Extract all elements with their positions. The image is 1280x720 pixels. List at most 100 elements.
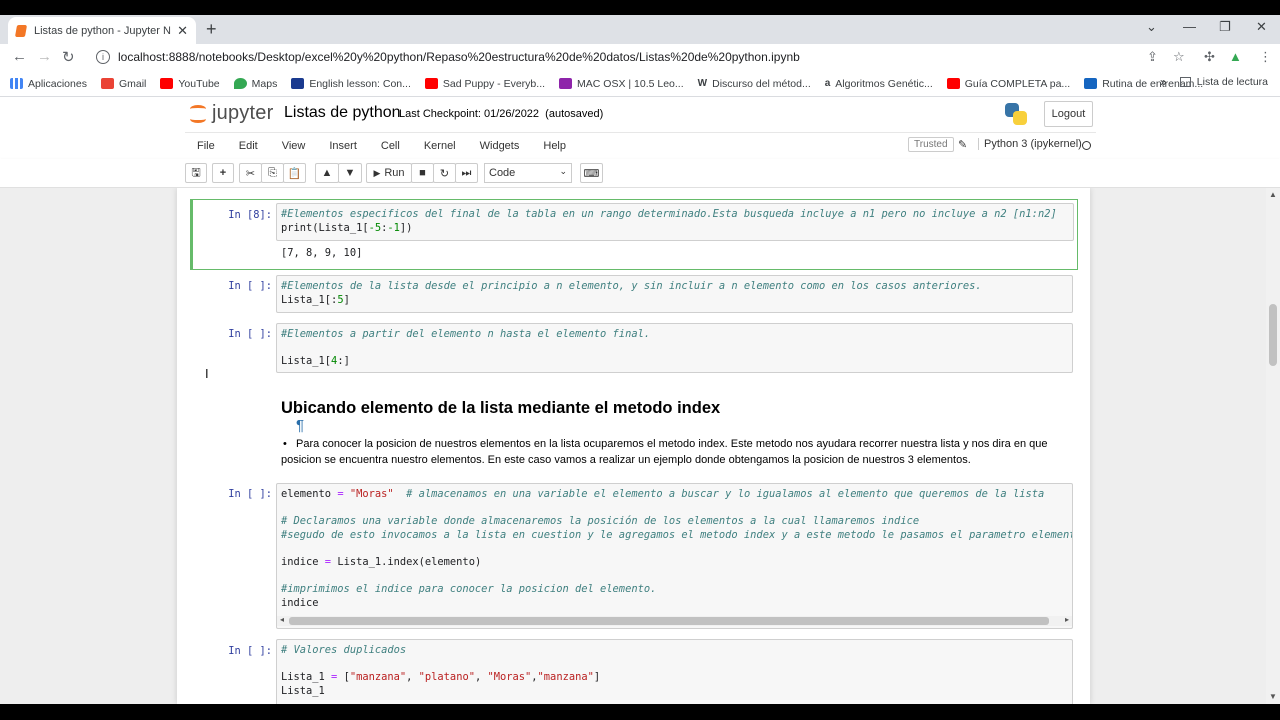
menu-view[interactable]: View bbox=[270, 140, 318, 152]
notebook-name[interactable]: Listas de python bbox=[284, 104, 401, 122]
tab-title: Listas de python - Jupyter Noteb bbox=[34, 24, 171, 37]
tab-search-icon[interactable]: ⌄ bbox=[1146, 19, 1157, 35]
code-text: [ bbox=[337, 671, 350, 684]
bookmark-sad-puppy[interactable]: Sad Puppy - Everyb... bbox=[424, 78, 545, 90]
logout-button[interactable]: Logout bbox=[1044, 101, 1093, 127]
code-text: indice bbox=[281, 596, 319, 609]
bookmark-label: Algoritmos Genétic... bbox=[835, 77, 933, 90]
share-icon[interactable]: ⇪ bbox=[1147, 49, 1158, 65]
code-cell-input[interactable]: # Valores duplicados Lista_1 = ["manzana… bbox=[276, 639, 1073, 709]
menu-insert[interactable]: Insert bbox=[317, 140, 369, 152]
youtube-icon bbox=[946, 78, 960, 89]
anchor-link-icon[interactable]: ¶ bbox=[296, 417, 304, 434]
bookmark-label: YouTube bbox=[178, 77, 220, 90]
close-window-icon[interactable]: ✕ bbox=[1256, 19, 1267, 35]
jupyter-orb-icon bbox=[188, 103, 208, 125]
code-text: ]) bbox=[399, 221, 413, 234]
bookmark-youtube[interactable]: YouTube bbox=[160, 77, 220, 90]
move-down-icon[interactable]: ▼ bbox=[338, 163, 362, 183]
cell-prompt: In [ ]: bbox=[228, 645, 272, 657]
cell-type-select[interactable]: Code ⌄ bbox=[484, 163, 572, 183]
restart-run-all-icon[interactable]: ⏭ bbox=[455, 163, 478, 183]
bookmark-discurso[interactable]: W Discurso del métod... bbox=[698, 78, 811, 90]
bookmark-english-lesson[interactable]: English lesson: Con... bbox=[291, 78, 411, 90]
save-icon[interactable]: 🖫 bbox=[185, 163, 207, 183]
menu-file[interactable]: File bbox=[185, 140, 227, 152]
markdown-paragraph: Para conocer la posicion de nuestros ele… bbox=[281, 438, 1048, 466]
new-tab-icon[interactable]: + bbox=[206, 19, 217, 40]
bookmark-label: Guía COMPLETA pa... bbox=[964, 77, 1071, 90]
bookmark-apps[interactable]: Aplicaciones bbox=[10, 78, 87, 90]
code-comment: # Declaramos una variable donde almacena… bbox=[281, 515, 920, 528]
letterbox-top bbox=[0, 0, 1280, 15]
browser-window: Listas de python - Jupyter Noteb ✕ + ⌄ —… bbox=[0, 0, 1280, 720]
reload-icon[interactable]: ↻ bbox=[62, 48, 75, 66]
bookmark-star-icon[interactable]: ☆ bbox=[1173, 49, 1185, 65]
code-number: -5 bbox=[368, 221, 382, 234]
scroll-right-icon[interactable]: ▸ bbox=[1065, 615, 1069, 624]
bookmark-gmail[interactable]: Gmail bbox=[100, 78, 146, 90]
menu-cell[interactable]: Cell bbox=[369, 140, 412, 152]
tab-strip: Listas de python - Jupyter Noteb ✕ + ⌄ —… bbox=[0, 15, 1280, 44]
copy-icon[interactable]: ⎘ bbox=[261, 163, 284, 183]
cut-icon[interactable]: ✂ bbox=[239, 163, 262, 183]
menu-edit[interactable]: Edit bbox=[227, 140, 270, 152]
python-logo-icon bbox=[1005, 103, 1027, 125]
menu-kernel[interactable]: Kernel bbox=[412, 140, 468, 152]
maps-pin-icon bbox=[233, 78, 247, 89]
jupyter-logo[interactable]: jupyter bbox=[188, 102, 273, 125]
wikipedia-icon: W bbox=[697, 78, 708, 89]
scrollbar-thumb[interactable] bbox=[1269, 304, 1277, 366]
move-up-icon[interactable]: ▲ bbox=[315, 163, 339, 183]
info-icon[interactable]: i bbox=[96, 50, 110, 64]
bookmark-guia[interactable]: Guía COMPLETA pa... bbox=[946, 77, 1071, 90]
youtube-icon bbox=[424, 78, 438, 89]
code-cell-input[interactable]: #Elementos de la lista desde el principi… bbox=[276, 275, 1073, 313]
extensions-icon[interactable]: ✣ bbox=[1204, 49, 1215, 65]
command-palette-keyboard-icon[interactable]: ⌨ bbox=[580, 163, 603, 183]
menu-help[interactable]: Help bbox=[531, 140, 578, 152]
bookmark-label: Maps bbox=[251, 77, 278, 90]
trusted-indicator[interactable]: Trusted bbox=[908, 137, 954, 152]
code-string: "manzana" bbox=[537, 671, 594, 684]
reading-list-button[interactable]: Lista de lectura bbox=[1179, 76, 1268, 88]
more-bookmarks-icon[interactable]: » bbox=[1160, 75, 1167, 89]
minimize-icon[interactable]: — bbox=[1183, 19, 1196, 34]
jupyter-header: jupyter Listas de python Last Checkpoint… bbox=[0, 97, 1280, 132]
page-scrollbar[interactable]: ▲ ▼ bbox=[1266, 188, 1280, 704]
reading-list-label: Lista de lectura bbox=[1196, 76, 1268, 88]
horizontal-scrollbar[interactable]: ◂ ▸ bbox=[277, 615, 1072, 626]
restore-icon[interactable]: ❐ bbox=[1219, 19, 1231, 35]
run-button[interactable]: ▶ Run bbox=[366, 163, 412, 183]
code-cell-input[interactable]: elemento = "Moras" # almacenamos en una … bbox=[276, 483, 1073, 629]
run-buttons: ▶ Run ■ ↻ ⏭ bbox=[366, 163, 478, 183]
restart-kernel-icon[interactable]: ↻ bbox=[433, 163, 456, 183]
code-cell-input[interactable]: #Elementos a partir del elemento n hasta… bbox=[276, 323, 1073, 373]
chrome-menu-icon[interactable]: ⋮ bbox=[1259, 49, 1272, 65]
bookmark-maps[interactable]: Maps bbox=[233, 77, 278, 90]
move-buttons: ▲ ▼ bbox=[315, 163, 362, 183]
scrollbar-thumb[interactable] bbox=[289, 617, 1049, 625]
paste-icon[interactable]: 📋 bbox=[283, 163, 306, 183]
profile-icon[interactable]: ▲ bbox=[1229, 49, 1242, 64]
bookmark-mac-osx[interactable]: MAC OSX | 10.5 Leo... bbox=[559, 78, 684, 90]
code-comment: #Elementos especificos del final de la t… bbox=[281, 208, 1057, 220]
scroll-down-icon[interactable]: ▼ bbox=[1269, 692, 1277, 701]
code-text: :] bbox=[337, 355, 350, 368]
menu-widgets[interactable]: Widgets bbox=[468, 140, 532, 152]
back-icon[interactable]: ← bbox=[12, 48, 27, 65]
cell-type-value: Code bbox=[489, 167, 516, 179]
kernel-name[interactable]: Python 3 (ipykernel) bbox=[978, 138, 1082, 150]
scroll-left-icon[interactable]: ◂ bbox=[280, 615, 284, 624]
url-text: localhost:8888/notebooks/Desktop/excel%2… bbox=[118, 50, 800, 64]
interrupt-kernel-icon[interactable]: ■ bbox=[411, 163, 434, 183]
code-cell-input[interactable]: #Elementos especificos del final de la t… bbox=[276, 203, 1074, 241]
close-tab-icon[interactable]: ✕ bbox=[177, 23, 188, 39]
address-bar[interactable]: i localhost:8888/notebooks/Desktop/excel… bbox=[90, 45, 1180, 69]
forward-icon[interactable]: → bbox=[37, 48, 52, 65]
browser-tab-active[interactable]: Listas de python - Jupyter Noteb ✕ bbox=[8, 17, 196, 44]
scroll-up-icon[interactable]: ▲ bbox=[1269, 190, 1277, 199]
code-comment: #Elementos de la lista desde el principi… bbox=[281, 280, 982, 292]
bookmark-algoritmos[interactable]: a Algoritmos Genétic... bbox=[825, 78, 933, 90]
insert-cell-icon[interactable]: + bbox=[212, 163, 234, 183]
